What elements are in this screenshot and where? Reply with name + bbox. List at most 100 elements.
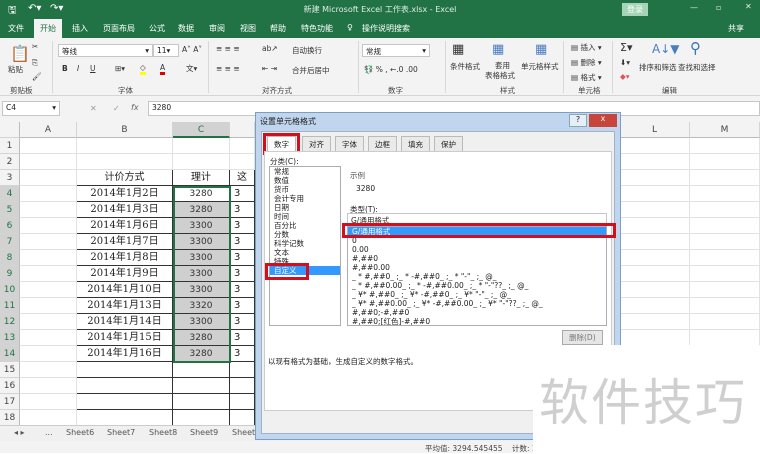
column-header[interactable]: L — [620, 122, 690, 138]
table-cell[interactable]: 理计 — [173, 170, 230, 186]
row-header[interactable]: 6 — [0, 218, 20, 234]
cell[interactable] — [20, 266, 77, 282]
delete-button[interactable]: 删除(D) — [562, 330, 603, 345]
cell[interactable] — [690, 154, 760, 170]
tab-help[interactable]: 帮助 — [270, 23, 286, 34]
table-cell[interactable]: 3 — [230, 346, 255, 362]
sheet-tab[interactable]: Sheet8 — [149, 428, 177, 437]
cell[interactable] — [230, 154, 255, 170]
tell-me-search[interactable]: 操作说明搜索 — [362, 23, 410, 34]
font-name-select[interactable]: 等线 ▾ — [58, 44, 153, 57]
format-item[interactable]: 0.00 — [348, 245, 606, 254]
row-header[interactable]: 2 — [0, 154, 20, 170]
cell[interactable] — [20, 282, 77, 298]
name-box[interactable]: C4 ▾ — [2, 101, 60, 116]
cell[interactable] — [690, 234, 760, 250]
cell[interactable] — [20, 362, 77, 378]
align-top-icon[interactable]: ≡ ≡ ≡ — [216, 44, 240, 53]
row-header[interactable]: 7 — [0, 234, 20, 250]
phonetic-icon[interactable]: 文▾ — [186, 63, 197, 74]
font-size-select[interactable]: 11▾ — [153, 44, 179, 57]
category-item[interactable]: 货币 — [270, 185, 340, 194]
sheet-tab[interactable]: Sheet7 — [107, 428, 135, 437]
table-cell[interactable]: 3300 — [173, 282, 230, 298]
login-button[interactable]: 登录 — [622, 3, 648, 16]
clear-icon[interactable]: ◆▾ — [620, 72, 630, 81]
tab-fill[interactable]: 填充 — [401, 136, 430, 151]
table-cell[interactable]: 3300 — [173, 250, 230, 266]
column-header[interactable]: M — [690, 122, 760, 138]
row-header[interactable]: 13 — [0, 330, 20, 346]
category-list[interactable]: 常规 数值 货币 会计专用 日期 时间 百分比 分数 科学记数 文本 特殊 自定义 — [269, 166, 341, 326]
cell[interactable] — [20, 298, 77, 314]
italic-button[interactable]: I — [77, 64, 79, 73]
category-item[interactable]: 分数 — [270, 230, 340, 239]
format-item[interactable]: #,##0.00 — [348, 263, 606, 272]
close-button[interactable]: x — [589, 114, 617, 127]
cell[interactable] — [20, 138, 77, 154]
enter-icon[interactable]: ✓ — [113, 104, 120, 113]
insert-function-icon[interactable]: fx — [131, 103, 139, 112]
table-cell[interactable]: 计价方式 — [77, 170, 173, 186]
column-header[interactable]: C — [173, 122, 230, 138]
wrap-text-button[interactable]: 自动换行 — [292, 45, 322, 56]
tab-data[interactable]: 数据 — [178, 23, 194, 34]
cell[interactable] — [173, 138, 230, 154]
sheet-tab[interactable]: Sheet6 — [66, 428, 94, 437]
table-cell[interactable]: 2014年1月13日 — [77, 298, 173, 314]
paste-button[interactable]: 粘贴 — [8, 64, 23, 75]
merge-center-button[interactable]: 合并后居中 — [292, 65, 330, 76]
tab-insert[interactable]: 插入 — [72, 23, 88, 34]
category-item[interactable]: 常规 — [270, 167, 340, 176]
number-format-select[interactable]: 常规 ▾ — [362, 44, 430, 57]
cell[interactable] — [620, 250, 690, 266]
format-painter-icon[interactable]: 🖌 — [32, 72, 42, 81]
format-item[interactable]: _ ¥* #,##0.00_ ;_ ¥* -#,##0.00_ ;_ ¥* "-… — [348, 299, 606, 308]
category-item[interactable]: 会计专用 — [270, 194, 340, 203]
tab-alignment[interactable]: 对齐 — [302, 136, 331, 151]
cell[interactable] — [690, 298, 760, 314]
grow-font-icon[interactable]: A˄ A˅ — [182, 45, 202, 54]
cell[interactable] — [173, 394, 230, 410]
tab-formulas[interactable]: 公式 — [149, 23, 165, 34]
table-cell[interactable]: 3280 — [173, 346, 230, 362]
category-item[interactable]: 数值 — [270, 176, 340, 185]
underline-button[interactable]: U — [90, 64, 96, 73]
tab-border[interactable]: 边框 — [368, 136, 397, 151]
tab-review[interactable]: 审阅 — [209, 23, 225, 34]
tab-home[interactable]: 开始 — [34, 19, 62, 38]
table-cell[interactable]: 3 — [230, 250, 255, 266]
find-select-button[interactable]: 查找和选择 — [678, 62, 716, 73]
table-cell[interactable]: 3300 — [173, 266, 230, 282]
cell[interactable] — [690, 170, 760, 186]
cell[interactable] — [620, 154, 690, 170]
table-cell[interactable]: 3 — [230, 330, 255, 346]
cell[interactable] — [230, 410, 255, 426]
cell[interactable] — [690, 330, 760, 346]
percent-icon[interactable]: 💱 % , ←.0 .00 — [364, 65, 418, 74]
row-header[interactable]: 15 — [0, 362, 20, 378]
minimize-icon[interactable]: — — [690, 3, 698, 12]
indent-icon[interactable]: ⇤ ⇥ — [262, 64, 277, 73]
cell[interactable] — [20, 234, 77, 250]
format-item[interactable]: _ * #,##0_ ;_ * -#,##0_ ;_ * "-"_ ;_ @_ — [348, 272, 606, 281]
cell[interactable] — [620, 202, 690, 218]
category-item[interactable]: 日期 — [270, 203, 340, 212]
row-header[interactable]: 14 — [0, 346, 20, 362]
row-header[interactable]: 4 — [0, 186, 20, 202]
copy-icon[interactable]: ⎘ — [32, 58, 38, 68]
cell[interactable] — [620, 218, 690, 234]
format-item[interactable]: _ * #,##0.00_ ;_ * -#,##0.00_ ;_ * "-"??… — [348, 281, 606, 290]
tab-features[interactable]: 特色功能 — [301, 23, 333, 34]
cell[interactable] — [620, 186, 690, 202]
cell[interactable] — [620, 170, 690, 186]
cell[interactable] — [77, 362, 173, 378]
cell[interactable] — [20, 314, 77, 330]
table-cell[interactable]: 3 — [230, 234, 255, 250]
row-header[interactable]: 3 — [0, 170, 20, 186]
cell[interactable] — [173, 362, 230, 378]
cell[interactable] — [690, 282, 760, 298]
category-item[interactable]: 科学记数 — [270, 239, 340, 248]
table-cell[interactable]: 3 — [230, 282, 255, 298]
bold-button[interactable]: B — [62, 64, 68, 73]
